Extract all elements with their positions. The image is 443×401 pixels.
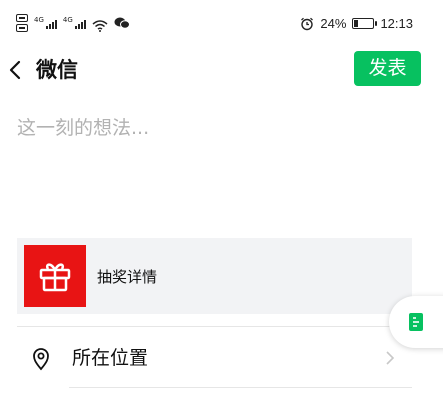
signal-icon: 4G [34, 17, 57, 29]
status-bar: 4G 4G 24% 12:13 [0, 0, 443, 42]
hd-icon [16, 14, 28, 32]
wifi-icon [92, 17, 108, 32]
post-text-input[interactable]: 这一刻的想法... [17, 116, 149, 140]
location-pin-icon [33, 348, 49, 371]
wechat-notification-icon [114, 17, 130, 29]
battery-percent: 24% [320, 16, 347, 31]
back-arrow-icon[interactable] [6, 56, 26, 84]
divider [17, 326, 412, 327]
clock: 12:13 [380, 16, 413, 31]
publish-button[interactable]: 发表 [354, 51, 421, 86]
page-title: 微信 [36, 58, 78, 82]
battery-icon [352, 18, 378, 29]
alarm-icon [301, 17, 314, 30]
card-title: 抽奖详情 [97, 268, 158, 286]
divider [69, 387, 412, 388]
chevron-right-icon [386, 351, 395, 365]
card-thumbnail [24, 245, 86, 307]
status-left-group: 4G 4G [16, 14, 130, 32]
document-icon [409, 313, 423, 331]
gift-icon [39, 263, 71, 292]
location-row[interactable]: 所在位置 [72, 345, 148, 371]
status-right-group: 24% 12:13 [300, 16, 413, 31]
signal-icon-2: 4G [63, 17, 86, 29]
